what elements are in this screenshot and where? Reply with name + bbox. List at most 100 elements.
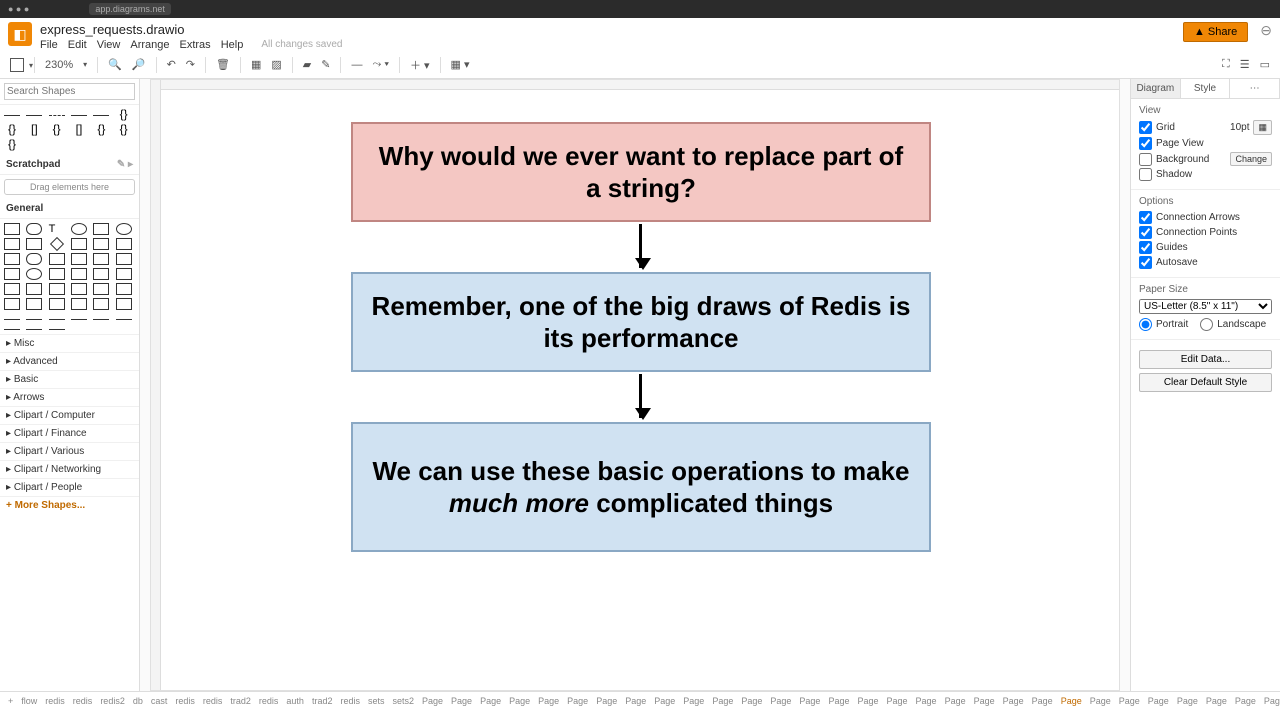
landscape-radio[interactable] [1200,318,1213,331]
cat-advanced[interactable]: ▸ Advanced [0,352,139,370]
page-tab[interactable]: Page [1262,696,1280,706]
page-tab[interactable]: Page [1117,696,1142,706]
guides-checkbox[interactable] [1139,241,1152,254]
panel-close-icon[interactable]: ⊖ [1260,22,1272,39]
to-front-icon[interactable]: ▦ [251,58,261,71]
page-tab[interactable]: Page [885,696,910,706]
undo-icon[interactable]: ↶ [167,58,176,71]
page-tab[interactable]: sets2 [391,696,417,706]
fullscreen-icon[interactable]: ⛶ [1222,58,1230,71]
flow-box-2[interactable]: Remember, one of the big draws of Redis … [351,272,931,372]
page-tab[interactable]: Page [623,696,648,706]
cat-arrows[interactable]: ▸ Arrows [0,388,139,406]
flow-box-1[interactable]: Why would we ever want to replace part o… [351,122,931,222]
flow-arrow-2[interactable] [639,374,642,418]
flow-box-3[interactable]: We can use these basic operations to mak… [351,422,931,552]
page-tab[interactable]: Page [1059,696,1084,706]
page-tab[interactable]: redis2 [98,696,127,706]
conn-arrows-checkbox[interactable] [1139,211,1152,224]
delete-icon[interactable]: 🗑 [216,58,230,71]
page-tab[interactable]: Page [1001,696,1026,706]
page-tab[interactable]: flow [19,696,39,706]
cat-clip-people[interactable]: ▸ Clipart / People [0,478,139,496]
format-panel-icon[interactable]: ☰ [1240,58,1250,71]
table-icon[interactable]: ▦ ▾ [451,58,470,71]
page-tab[interactable]: Page [1030,696,1055,706]
page-tab[interactable]: Page [594,696,619,706]
cat-clip-computer[interactable]: ▸ Clipart / Computer [0,406,139,424]
page-tab[interactable]: Page [1146,696,1171,706]
page-tab[interactable]: redis [173,696,197,706]
url-bar[interactable]: app.diagrams.net [89,3,171,15]
page-tab[interactable]: Page [1204,696,1229,706]
shadow-checkbox[interactable] [1139,168,1152,181]
add-page-button[interactable]: + [6,696,15,706]
page-tab[interactable]: Page [652,696,677,706]
scratchpad-drop[interactable]: Drag elements here [4,179,135,195]
tab-extra[interactable]: ⋯ [1230,79,1280,98]
autosave-checkbox[interactable] [1139,256,1152,269]
page-tab[interactable]: Page [943,696,968,706]
redo-icon[interactable]: ↷ [186,58,195,71]
menu-help[interactable]: Help [221,39,244,51]
waypoints-icon[interactable]: ⤳ ▾ [372,58,388,71]
flow-arrow-1[interactable] [639,224,642,268]
menu-extras[interactable]: Extras [180,39,211,51]
tab-style[interactable]: Style [1181,79,1231,98]
page-tab[interactable]: Page [478,696,503,706]
clear-style-button[interactable]: Clear Default Style [1139,373,1272,392]
page-tab[interactable]: Page [768,696,793,706]
grid-checkbox[interactable] [1139,121,1152,134]
page-tab[interactable]: Page [855,696,880,706]
page-tab[interactable]: cast [149,696,170,706]
zoom-select[interactable]: 230% [45,59,73,71]
menu-view[interactable]: View [97,39,121,51]
conn-points-checkbox[interactable] [1139,226,1152,239]
edit-data-button[interactable]: Edit Data... [1139,350,1272,369]
scratchpad-header[interactable]: Scratchpad✎ ▸ [0,155,139,175]
page-setup-icon[interactable] [10,58,24,72]
general-shapes-palette[interactable]: T [0,219,139,334]
connection-icon[interactable]: ― [351,59,362,71]
background-checkbox[interactable] [1139,153,1152,166]
page-tab[interactable]: trad2 [228,696,253,706]
cat-clip-various[interactable]: ▸ Clipart / Various [0,442,139,460]
page-tab[interactable]: auth [284,696,306,706]
change-bg-button[interactable]: Change [1230,152,1272,166]
page-tab[interactable]: Page [972,696,997,706]
canvas-area[interactable]: Why would we ever want to replace part o… [140,79,1130,691]
outline-icon[interactable]: ▭ [1260,58,1270,71]
menu-file[interactable]: File [40,39,58,51]
grid-size[interactable]: 10pt [1230,122,1249,133]
general-header[interactable]: General [0,199,139,219]
page-tab[interactable]: redis [201,696,225,706]
insert-icon[interactable]: ＋ ▾ [410,57,430,73]
page-tab[interactable]: redis [338,696,362,706]
cat-basic[interactable]: ▸ Basic [0,370,139,388]
zoom-out-icon[interactable]: 🔎 [132,58,146,71]
page-tabs[interactable]: + flow redis redis redis2 db cast redis … [0,691,1280,709]
cat-clip-networking[interactable]: ▸ Clipart / Networking [0,460,139,478]
portrait-radio[interactable] [1139,318,1152,331]
page-tab[interactable]: Page [681,696,706,706]
line-color-icon[interactable]: ✎ [321,58,330,71]
tab-diagram[interactable]: Diagram [1131,79,1181,98]
cat-misc[interactable]: ▸ Misc [0,334,139,352]
page-tab[interactable]: Page [565,696,590,706]
page-tab[interactable]: Page [797,696,822,706]
page-tab[interactable]: redis [257,696,281,706]
share-button[interactable]: ▲ Share [1183,22,1248,42]
page-tab[interactable]: Page [1175,696,1200,706]
page-tab[interactable]: redis [71,696,95,706]
page-tab[interactable]: redis [43,696,67,706]
to-back-icon[interactable]: ▨ [271,58,281,71]
page-tab[interactable]: Page [710,696,735,706]
cat-clip-finance[interactable]: ▸ Clipart / Finance [0,424,139,442]
pageview-checkbox[interactable] [1139,137,1152,150]
page-tab[interactable]: Page [507,696,532,706]
fill-color-icon[interactable]: ▰ [303,58,311,71]
page-tab[interactable]: Page [914,696,939,706]
menu-edit[interactable]: Edit [68,39,87,51]
document-title[interactable]: express_requests.drawio [40,22,1183,37]
page-tab[interactable]: Page [1088,696,1113,706]
